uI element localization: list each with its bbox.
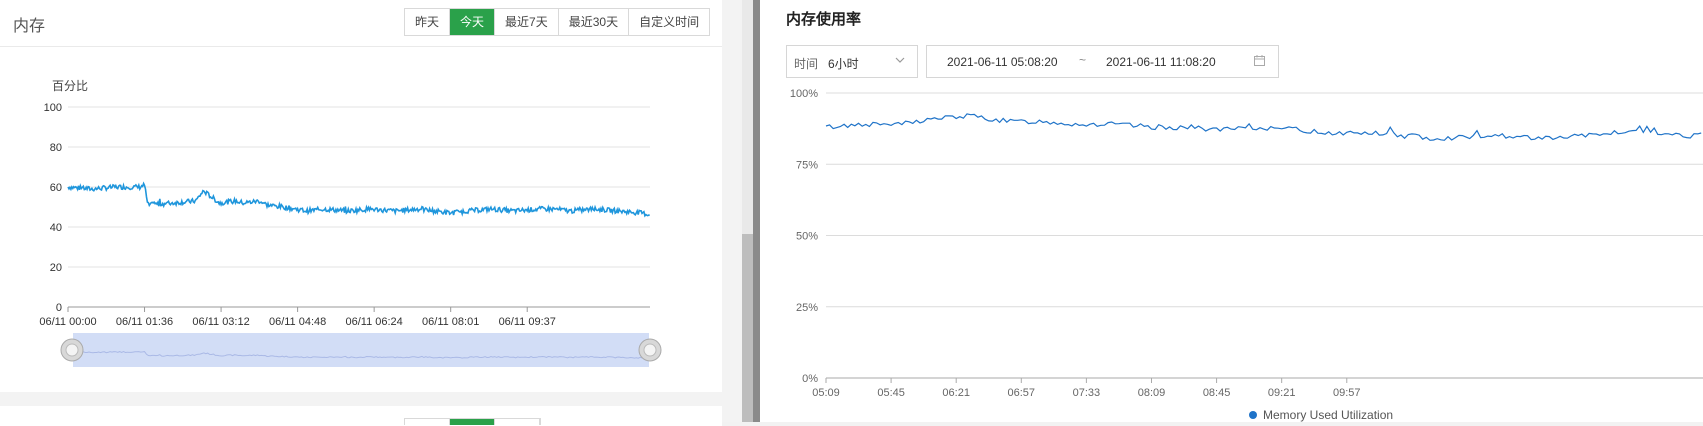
y-tick-label: 100% <box>790 88 818 100</box>
x-tick-label: 06/11 00:00 <box>39 316 96 328</box>
zoom-slider-track <box>73 333 649 367</box>
right-memory-chart: 0% 25% 50% 75% 100% 05:09 05:45 06:21 06:57 07:33… <box>790 88 1703 422</box>
x-tick-label: 06:57 <box>1008 387 1036 399</box>
handle-grip <box>65 343 79 357</box>
y-axis-label: 百分比 <box>52 79 88 93</box>
y-tick-label: 0 <box>56 302 62 314</box>
scrollbar-thumb[interactable] <box>742 234 753 422</box>
legend-label: Memory Used Utilization <box>1263 408 1393 422</box>
handle-grip <box>643 343 657 357</box>
x-tick-label: 05:09 <box>812 387 840 399</box>
left-memory-chart: 百分比 0 20 40 60 80 100 06/11 00:00 06/11 01:36 06/… <box>39 79 662 367</box>
panel-divider <box>753 0 760 422</box>
left-panel: 内存 昨天 今天 最近7天 最近30天 自定义时间 百分比 0 20 40 60 80 10… <box>0 0 742 426</box>
y-tick-label: 25% <box>796 302 818 314</box>
y-tick-label: 100 <box>44 102 62 114</box>
x-tick-label: 08:45 <box>1203 387 1231 399</box>
x-tick-label: 06/11 08:01 <box>422 316 479 328</box>
x-tick-label: 06:21 <box>942 387 970 399</box>
scrollbar[interactable] <box>742 0 753 422</box>
series-line <box>67 181 650 218</box>
legend-marker <box>1249 411 1257 419</box>
y-tick-label: 60 <box>50 182 62 194</box>
x-tick-label: 08:09 <box>1138 387 1166 399</box>
x-tick-label: 09:21 <box>1268 387 1296 399</box>
y-tick-label: 40 <box>50 222 62 234</box>
x-tick-label: 06/11 04:48 <box>269 316 326 328</box>
right-panel: 内存使用率 时间 6小时 2021-06-11 05:08:20 ~ 2021-… <box>760 0 1703 422</box>
x-tick-label: 06/11 03:12 <box>192 316 249 328</box>
zoom-handle-left[interactable] <box>60 338 84 362</box>
y-tick-label: 50% <box>796 231 818 243</box>
y-tick-label: 20 <box>50 262 62 274</box>
x-tick-label: 06/11 01:36 <box>116 316 173 328</box>
series-line <box>825 113 1702 141</box>
zoom-handle-right[interactable] <box>638 338 662 362</box>
x-tick-label: 06/11 09:37 <box>499 316 556 328</box>
y-tick-label: 75% <box>796 159 818 171</box>
x-tick-label: 07:33 <box>1073 387 1101 399</box>
y-tick-label: 80 <box>50 142 62 154</box>
x-tick-label: 09:57 <box>1333 387 1361 399</box>
y-tick-label: 0% <box>802 373 818 385</box>
x-tick-label: 06/11 06:24 <box>345 316 402 328</box>
x-tick-label: 05:45 <box>877 387 905 399</box>
